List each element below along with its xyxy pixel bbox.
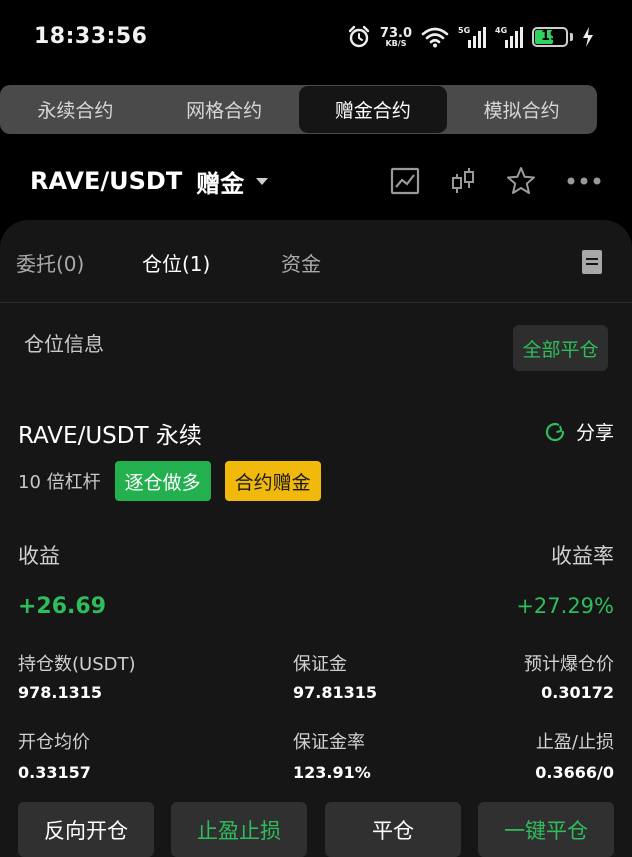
leverage-label: 10 倍杠杆 <box>18 472 101 493</box>
sim1-signal: 5G <box>458 26 486 48</box>
tab-assets[interactable]: 资金 <box>281 248 321 277</box>
network-speed-unit: KB/S <box>385 38 407 48</box>
position-size-value: 978.1315 <box>18 683 103 702</box>
direction-badge: 逐仓做多 <box>114 461 211 501</box>
status-icons: 73.0 KB/S 5G 4G 19 <box>347 22 594 52</box>
tab-orders[interactable]: 委托(0) <box>16 248 84 277</box>
position-panel: 委托(0) 仓位(1) 资金 仓位信息 全部平仓 RAVE/USDT 永续 分享… <box>0 220 632 857</box>
margin-ratio-label: 保证金率 <box>293 732 365 753</box>
battery-indicator: 19 <box>532 27 573 47</box>
one-click-close-button[interactable]: 一键平仓 <box>478 802 614 857</box>
signal-icon <box>505 27 523 48</box>
entry-price-value: 0.33157 <box>18 763 91 782</box>
alarm-icon <box>348 25 370 48</box>
pnl-label: 收益 <box>18 544 60 568</box>
margin-ratio-value: 123.91% <box>293 763 371 782</box>
divider <box>0 302 632 303</box>
tab-bonus[interactable]: 赠金合约 <box>298 86 448 133</box>
position-tags: 10 倍杠杆 逐仓做多 合约赠金 <box>18 460 335 502</box>
share-button[interactable]: 分享 <box>544 418 614 445</box>
roe-value: +27.29% <box>516 594 614 618</box>
chart-icon[interactable] <box>390 166 420 196</box>
section-title: 仓位信息 <box>24 332 104 356</box>
reverse-open-button[interactable]: 反向开仓 <box>18 802 154 857</box>
roe-label: 收益率 <box>551 544 614 568</box>
entry-price-label: 开仓均价 <box>18 732 90 753</box>
position-name: RAVE/USDT 永续 <box>18 423 202 449</box>
panel-tabs: 委托(0) 仓位(1) 资金 <box>0 242 632 282</box>
battery-tip <box>570 33 573 41</box>
tab-positions[interactable]: 仓位(1) <box>142 248 210 277</box>
close-all-button[interactable]: 全部平仓 <box>513 325 608 371</box>
bonus-badge: 合约赠金 <box>224 461 321 501</box>
tp-sl-label: 止盈/止损 <box>535 732 614 753</box>
margin-value: 97.81315 <box>293 683 378 702</box>
battery-icon: 19 <box>532 27 568 47</box>
close-position-button[interactable]: 平仓 <box>325 802 461 857</box>
wifi-icon <box>421 27 449 48</box>
document-icon[interactable] <box>582 250 602 274</box>
pair-selector[interactable]: RAVE/USDT <box>30 167 182 195</box>
pair-tag[interactable]: 赠金 <box>196 164 244 199</box>
star-icon[interactable] <box>506 166 536 196</box>
header-actions <box>390 160 602 202</box>
charging-icon <box>583 27 593 47</box>
battery-level: 19 <box>540 29 560 44</box>
screen: 18:33:56 73.0 KB/S 5G 4G 19 永续合约 网格合约 赠金… <box>0 0 632 857</box>
share-label: 分享 <box>575 422 614 444</box>
position-size-label: 持仓数(USDT) <box>18 654 136 675</box>
tp-sl-button[interactable]: 止盈止损 <box>171 802 307 857</box>
candlestick-icon[interactable] <box>450 166 476 196</box>
sim2-signal: 4G <box>495 26 523 48</box>
share-icon <box>545 422 565 441</box>
status-time: 18:33:56 <box>34 24 148 49</box>
tab-demo[interactable]: 模拟合约 <box>447 86 596 133</box>
contract-mode-tabs: 永续合约 网格合约 赠金合约 模拟合约 <box>0 85 597 134</box>
tab-perpetual[interactable]: 永续合约 <box>1 86 150 133</box>
liquidation-price-label: 预计爆仓价 <box>524 654 614 675</box>
margin-label: 保证金 <box>293 654 347 675</box>
status-bar: 18:33:56 73.0 KB/S 5G 4G 19 <box>0 0 632 74</box>
pnl-value: +26.69 <box>18 594 107 619</box>
more-icon[interactable] <box>566 176 602 186</box>
signal-icon <box>468 27 486 48</box>
tp-sl-value: 0.3666/0 <box>535 763 614 782</box>
tab-grid[interactable]: 网格合约 <box>150 86 299 133</box>
caret-down-icon[interactable] <box>256 177 269 185</box>
network-speed-value: 73.0 <box>379 25 412 41</box>
network-speed: 73.0 KB/S <box>380 27 412 48</box>
pair-header: RAVE/USDT 赠金 <box>30 160 602 202</box>
liquidation-price-value: 0.30172 <box>541 683 614 702</box>
